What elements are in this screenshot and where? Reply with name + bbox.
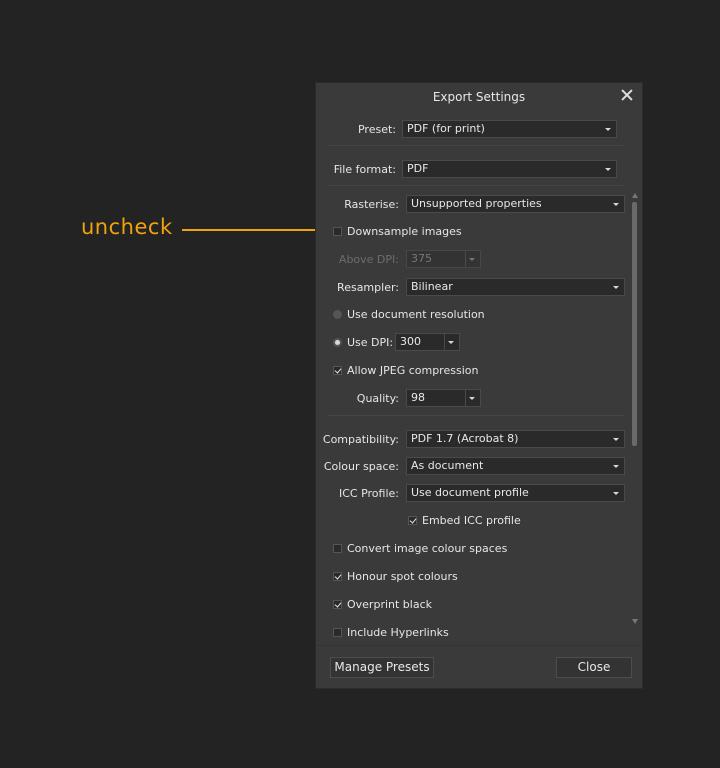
divider: [316, 645, 642, 646]
include-hyperlinks-checkbox[interactable]: [333, 628, 342, 637]
downsample-label[interactable]: Downsample images: [347, 225, 462, 238]
chevron-down-icon: [469, 397, 475, 400]
manage-presets-button[interactable]: Manage Presets: [330, 657, 434, 678]
preset-label: Preset:: [357, 123, 396, 136]
chevron-down-icon: [613, 492, 619, 495]
embed-icc-label[interactable]: Embed ICC profile: [422, 514, 521, 527]
rasterise-value: Unsupported properties: [411, 197, 542, 210]
icc-profile-value: Use document profile: [411, 486, 529, 499]
use-dpi-label[interactable]: Use DPI:: [347, 336, 393, 349]
divider: [328, 185, 624, 186]
use-dpi-value: 300: [400, 335, 421, 348]
convert-colour-label[interactable]: Convert image colour spaces: [347, 542, 507, 555]
overprint-black-checkbox[interactable]: [333, 600, 342, 609]
use-document-resolution-label[interactable]: Use document resolution: [347, 308, 485, 321]
compatibility-label: Compatibility:: [322, 433, 399, 446]
colour-space-value: As document: [411, 459, 484, 472]
colour-space-select[interactable]: As document: [406, 457, 625, 475]
quality-value: 98: [411, 391, 425, 404]
above-dpi-value: 375: [411, 252, 432, 265]
chevron-down-icon: [613, 465, 619, 468]
embed-icc-checkbox[interactable]: [408, 516, 417, 525]
use-dpi-spinbox[interactable]: 300: [395, 333, 460, 351]
icc-profile-select[interactable]: Use document profile: [406, 484, 625, 502]
honour-spot-label[interactable]: Honour spot colours: [347, 570, 458, 583]
chevron-down-icon: [605, 168, 611, 171]
scrollbar[interactable]: [632, 193, 638, 626]
chevron-down-icon: [613, 438, 619, 441]
resampler-select[interactable]: Bilinear: [406, 278, 625, 296]
compatibility-select[interactable]: PDF 1.7 (Acrobat 8): [406, 430, 625, 448]
dialog-title: Export Settings: [432, 90, 526, 104]
divider: [328, 415, 624, 416]
use-dpi-radio[interactable]: [333, 338, 342, 347]
chevron-down-icon: [613, 203, 619, 206]
chevron-down-icon: [605, 128, 611, 131]
resampler-label: Resampler:: [337, 281, 399, 294]
overprint-black-label[interactable]: Overprint black: [347, 598, 432, 611]
export-settings-dialog: Export Settings Preset: PDF (for print) …: [315, 82, 643, 689]
file-format-label: File format:: [333, 163, 396, 176]
quality-label: Quality:: [356, 392, 399, 405]
chevron-down-icon: [448, 341, 454, 344]
use-document-resolution-radio[interactable]: [333, 310, 342, 319]
honour-spot-checkbox[interactable]: [333, 572, 342, 581]
close-button[interactable]: Close: [556, 657, 632, 678]
rasterise-select[interactable]: Unsupported properties: [406, 195, 625, 213]
file-format-value: PDF: [407, 162, 429, 175]
scroll-up-arrow-icon[interactable]: [632, 193, 638, 198]
chevron-down-icon: [469, 258, 475, 261]
above-dpi-label: Above DPI:: [338, 253, 399, 266]
allow-jpeg-checkbox[interactable]: [333, 366, 342, 375]
close-icon[interactable]: [621, 89, 633, 101]
annotation-text: uncheck: [81, 215, 173, 239]
allow-jpeg-label[interactable]: Allow JPEG compression: [347, 364, 478, 377]
compatibility-value: PDF 1.7 (Acrobat 8): [411, 432, 519, 445]
resampler-value: Bilinear: [411, 280, 453, 293]
preset-value: PDF (for print): [407, 122, 485, 135]
include-hyperlinks-label[interactable]: Include Hyperlinks: [347, 626, 449, 639]
convert-colour-checkbox[interactable]: [333, 544, 342, 553]
scroll-down-arrow-icon[interactable]: [632, 619, 638, 624]
icc-profile-label: ICC Profile:: [338, 487, 399, 500]
preset-select[interactable]: PDF (for print): [402, 120, 617, 138]
quality-spinbox[interactable]: 98: [406, 389, 481, 407]
file-format-select[interactable]: PDF: [402, 160, 617, 178]
divider: [328, 145, 624, 146]
annotation-line: [182, 229, 322, 231]
above-dpi-spinbox[interactable]: 375: [406, 250, 481, 268]
scrollbar-thumb[interactable]: [632, 202, 637, 446]
colour-space-label: Colour space:: [323, 460, 399, 473]
downsample-checkbox[interactable]: [333, 227, 342, 236]
chevron-down-icon: [613, 286, 619, 289]
rasterise-label: Rasterise:: [344, 198, 399, 211]
